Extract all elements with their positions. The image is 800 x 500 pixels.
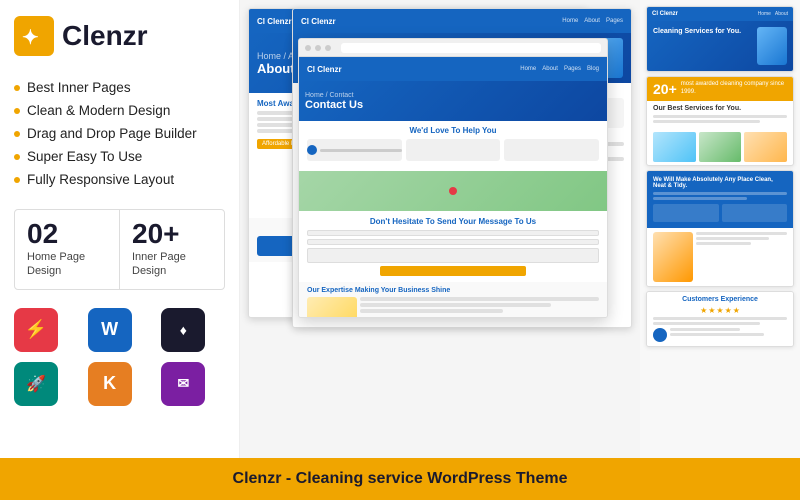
- feature-item-3: Drag and Drop Page Builder: [14, 122, 225, 145]
- right-service-title: Our Best Services for You.: [653, 105, 787, 112]
- main-container: ✦ Clenzr Best Inner Pages Clean & Modern…: [0, 0, 800, 500]
- screenshot-stack: Cl Clenzr Home About Pages Blog Home / A…: [248, 8, 632, 450]
- logo-area: ✦ Clenzr: [14, 16, 225, 56]
- stat-home-pages: 02 Home Page Design: [15, 210, 120, 289]
- expertise-title: Our Expertise Making Your Business Shine: [307, 287, 599, 294]
- stat-inner-pages: 20+ Inner Page Design: [120, 210, 224, 289]
- logo-text: Clenzr: [62, 20, 148, 52]
- left-panel: ✦ Clenzr Best Inner Pages Clean & Modern…: [0, 0, 240, 458]
- right-screenshot-3: We Will Make Absolutely Any Place Clean,…: [646, 170, 794, 287]
- right-screenshot-4: Customers Experience ★ ★ ★ ★ ★: [646, 291, 794, 347]
- mailchimp-icon-badge: ✉: [161, 362, 205, 406]
- feature-item-5: Fully Responsive Layout: [14, 168, 225, 191]
- bottom-bar: Clenzr - Cleaning service WordPress Them…: [0, 458, 800, 500]
- right-yellow-badge: 20+ most awarded cleaning company since …: [647, 77, 793, 101]
- contact-title: Contact Us: [305, 99, 363, 111]
- mock-nav-2: Cl Clenzr Home About Pages: [293, 9, 631, 33]
- stat-home-label: Home Page Design: [27, 250, 107, 279]
- svg-text:✦: ✦: [22, 27, 39, 49]
- right-badge-text: most awarded cleaning company since 1999…: [681, 81, 787, 97]
- feature-item-4: Super Easy To Use: [14, 145, 225, 168]
- bottom-title: Clenzr - Cleaning service WordPress Them…: [233, 470, 568, 488]
- wordpress-icon-badge: W: [88, 308, 132, 352]
- features-list: Best Inner Pages Clean & Modern Design D…: [14, 76, 225, 191]
- right-screenshot-2: 20+ most awarded cleaning company since …: [646, 76, 794, 166]
- stats-row: 02 Home Page Design 20+ Inner Page Desig…: [14, 209, 225, 290]
- right-customer-title: Customers Experience: [653, 296, 787, 303]
- rocket-icon-badge: 🚀: [14, 362, 58, 406]
- bootstrap-icon-badge: ♦: [161, 308, 205, 352]
- right-screenshot-1: Cl Clenzr Home About Cleaning Services f…: [646, 6, 794, 72]
- icons-row: ⚡ W ♦ 🚀 K ✉: [14, 308, 225, 406]
- mock-nav-contact: Cl Clenzr Home About Pages Blog: [299, 57, 607, 81]
- center-panel: Cl Clenzr Home About Pages Blog Home / A…: [240, 0, 640, 458]
- feature-item-1: Best Inner Pages: [14, 76, 225, 99]
- right-service-cards: [647, 129, 793, 165]
- mock-browser-bar: [299, 39, 607, 57]
- stat-home-number: 02: [27, 220, 107, 248]
- right-blue-title: We Will Make Absolutely Any Place Clean,…: [653, 177, 787, 189]
- feature-item-2: Clean & Modern Design: [14, 99, 225, 122]
- right-hero-title: Cleaning Services for You.: [653, 27, 753, 36]
- right-hero: Cleaning Services for You.: [647, 21, 793, 71]
- stat-inner-label: Inner Page Design: [132, 250, 212, 279]
- mock-contact-form: Don't Hesitate To Send Your Message To U…: [299, 211, 607, 282]
- mock-map: [299, 171, 607, 211]
- contact-form-title: Don't Hesitate To Send Your Message To U…: [307, 217, 599, 226]
- help-title: We'd Love To Help You: [307, 126, 599, 135]
- content-area: ✦ Clenzr Best Inner Pages Clean & Modern…: [0, 0, 800, 458]
- right-customer-section: Customers Experience ★ ★ ★ ★ ★: [647, 292, 793, 346]
- right-badge-number: 20+: [653, 81, 677, 97]
- mock-nav-items-2: Home About Pages: [562, 18, 623, 24]
- elementor-icon-badge: ⚡: [14, 308, 58, 352]
- mock-nav-logo-1: Cl Clenzr: [257, 17, 292, 26]
- stat-inner-number: 20+: [132, 220, 212, 248]
- right-blue-section: We Will Make Absolutely Any Place Clean,…: [647, 171, 793, 228]
- contact-screenshot: Cl Clenzr Home About Pages Blog Home / C…: [298, 38, 608, 318]
- logo-icon: ✦: [14, 16, 54, 56]
- right-stars: ★ ★ ★ ★ ★: [653, 306, 787, 315]
- k-icon-badge: K: [88, 362, 132, 406]
- right-panel: Cl Clenzr Home About Cleaning Services f…: [640, 0, 800, 458]
- mock-nav-logo-2: Cl Clenzr: [301, 17, 336, 26]
